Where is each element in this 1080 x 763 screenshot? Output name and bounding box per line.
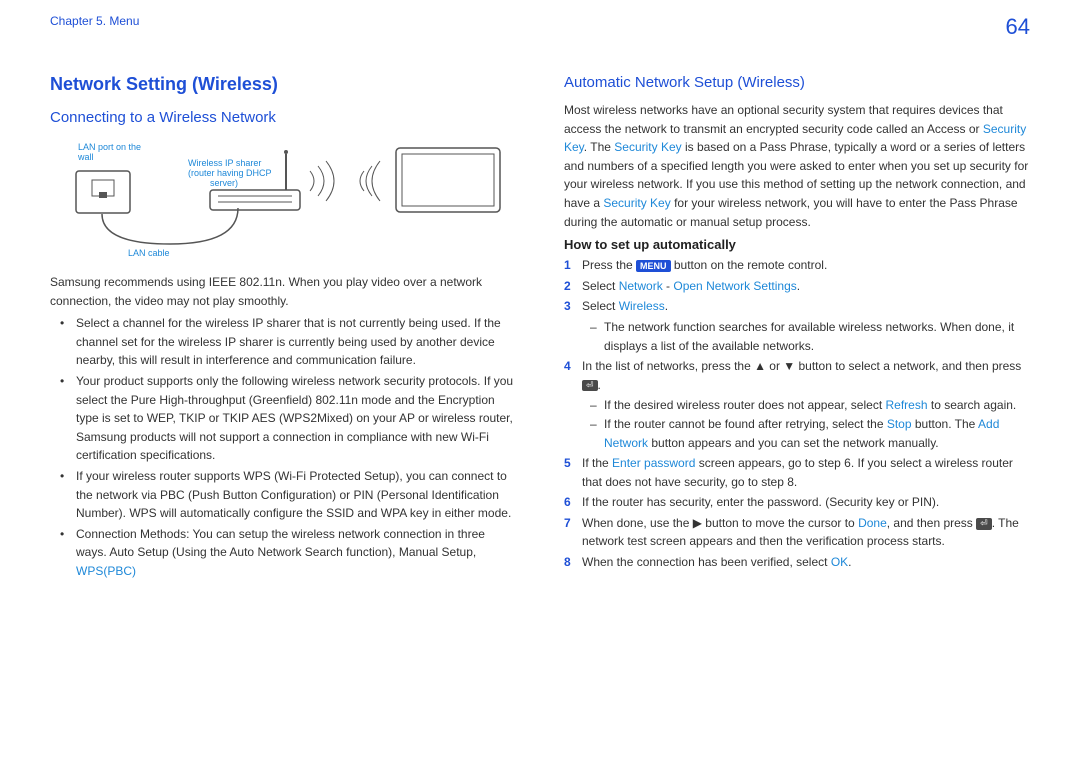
- text: Select: [582, 279, 619, 293]
- text: If the desired wireless router does not …: [604, 398, 886, 412]
- text: -: [663, 279, 674, 293]
- note-text: Connection Methods: You can setup the wi…: [76, 527, 485, 560]
- note-item: Select a channel for the wireless IP sha…: [66, 314, 516, 370]
- step-item: If the router has security, enter the pa…: [564, 493, 1030, 512]
- text: Most wireless networks have an optional …: [564, 103, 1003, 136]
- step-item: When the connection has been verified, s…: [564, 553, 1030, 572]
- text: If the router cannot be found after retr…: [604, 417, 887, 431]
- text: .: [797, 279, 800, 293]
- howto-title: How to set up automatically: [564, 237, 1030, 252]
- intro-paragraph: Most wireless networks have an optional …: [564, 101, 1030, 231]
- chapter-label: Chapter 5. Menu: [50, 14, 139, 28]
- note-item: Connection Methods: You can setup the wi…: [66, 525, 516, 581]
- text: button appears and you can set the netwo…: [648, 436, 939, 450]
- page-header: Chapter 5. Menu 64: [50, 14, 1030, 40]
- subsection-title: Connecting to a Wireless Network: [50, 109, 516, 126]
- refresh-term: Refresh: [886, 398, 928, 412]
- text: Select: [582, 299, 619, 313]
- text: .: [598, 378, 601, 392]
- step-item: Press the MENU button on the remote cont…: [564, 256, 1030, 275]
- diagram-ip-sharer-label: Wireless IP sharer(router having DHCPser…: [188, 158, 272, 188]
- diagram-lan-port-label: LAN port on thewall: [77, 142, 141, 162]
- enter-password-term: Enter password: [612, 456, 695, 470]
- diagram-lan-cable-label: LAN cable: [128, 248, 170, 256]
- step-item: If the Enter password screen appears, go…: [564, 454, 1030, 491]
- text: If the: [582, 456, 612, 470]
- steps-list: Press the MENU button on the remote cont…: [564, 256, 1030, 572]
- text: , and then press: [887, 516, 976, 530]
- text: to search again.: [928, 398, 1017, 412]
- ok-term: OK: [831, 555, 848, 569]
- page: Chapter 5. Menu 64 Network Setting (Wire…: [0, 0, 1080, 613]
- step-item: Select Network - Open Network Settings.: [564, 277, 1030, 296]
- wps-pbc-link: WPS(PBC): [76, 564, 136, 578]
- text: In the list of networks, press the ▲ or …: [582, 359, 1021, 373]
- notes-list: Select a channel for the wireless IP sha…: [50, 314, 516, 580]
- stop-term: Stop: [887, 417, 912, 431]
- sub-list: If the desired wireless router does not …: [582, 396, 1030, 452]
- text: .: [665, 299, 668, 313]
- right-column: Automatic Network Setup (Wireless) Most …: [564, 74, 1030, 583]
- intro-paragraph: Samsung recommends using IEEE 802.11n. W…: [50, 273, 516, 310]
- network-term: Network: [619, 279, 663, 293]
- security-key-term: Security Key: [603, 196, 670, 210]
- sub-item: If the desired wireless router does not …: [594, 396, 1030, 415]
- text: When done, use the ▶ button to move the …: [582, 516, 858, 530]
- content-columns: Network Setting (Wireless) Connecting to…: [50, 74, 1030, 583]
- security-key-term: Security Key: [614, 140, 681, 154]
- section-title: Network Setting (Wireless): [50, 74, 516, 95]
- enter-button-icon: ⏎: [582, 380, 598, 392]
- text: . The: [584, 140, 614, 154]
- text: button. The: [912, 417, 979, 431]
- sub-item: If the router cannot be found after retr…: [594, 415, 1030, 452]
- note-item: If your wireless router supports WPS (Wi…: [66, 467, 516, 523]
- connection-diagram: LAN port on thewall LAN cable Wireless I…: [50, 136, 516, 259]
- enter-button-icon: ⏎: [976, 518, 992, 530]
- step-item: Select Wireless. The network function se…: [564, 297, 1030, 355]
- note-item: Your product supports only the following…: [66, 372, 516, 465]
- step-item: When done, use the ▶ button to move the …: [564, 514, 1030, 551]
- text: button on the remote control.: [671, 258, 828, 272]
- step-item: In the list of networks, press the ▲ or …: [564, 357, 1030, 452]
- sub-list: The network function searches for availa…: [582, 318, 1030, 355]
- menu-button-icon: MENU: [636, 260, 671, 273]
- open-network-settings-term: Open Network Settings: [673, 279, 796, 293]
- left-column: Network Setting (Wireless) Connecting to…: [50, 74, 516, 583]
- subsection-title: Automatic Network Setup (Wireless): [564, 74, 1030, 91]
- sub-item: The network function searches for availa…: [594, 318, 1030, 355]
- text: Press the: [582, 258, 636, 272]
- text: .: [848, 555, 851, 569]
- text: When the connection has been verified, s…: [582, 555, 831, 569]
- wireless-term: Wireless: [619, 299, 665, 313]
- done-term: Done: [858, 516, 887, 530]
- page-number: 64: [1006, 14, 1030, 40]
